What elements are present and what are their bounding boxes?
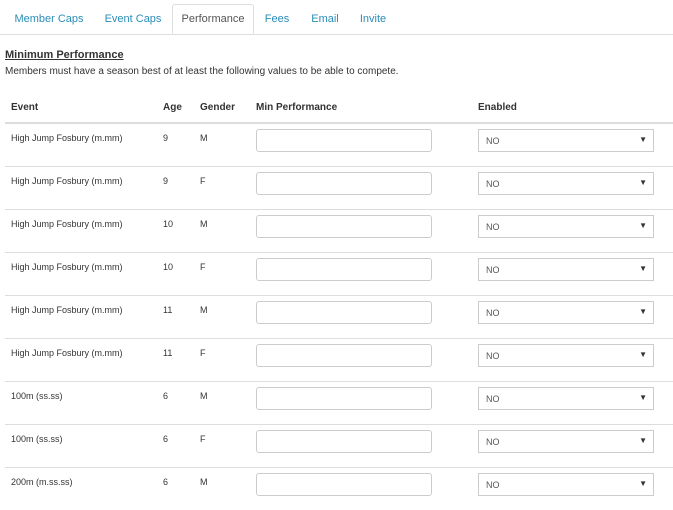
section-description: Members must have a season best of at le… <box>5 66 399 77</box>
table-row: High Jump Fosbury (m.mm) 10 F NO ▼ <box>5 252 673 295</box>
caret-down-icon: ▼ <box>639 178 647 187</box>
age-value: 11 <box>163 305 173 315</box>
enabled-select[interactable]: NO ▼ <box>478 387 654 410</box>
table-row: 200m (m.ss.ss) 6 M NO ▼ <box>5 467 673 510</box>
enabled-select-value: NO <box>486 179 500 189</box>
gender-value: F <box>200 348 206 358</box>
enabled-select-value: NO <box>486 308 500 318</box>
min-performance-input[interactable] <box>256 344 432 367</box>
table-row: 100m (ss.ss) 6 F NO ▼ <box>5 424 673 467</box>
event-name: High Jump Fosbury (m.mm) <box>11 219 123 229</box>
tab-member-caps[interactable]: Member Caps <box>6 5 92 33</box>
tab-event-caps[interactable]: Event Caps <box>96 5 170 33</box>
column-header-age: Age <box>163 102 182 113</box>
caret-down-icon: ▼ <box>639 307 647 316</box>
caret-down-icon: ▼ <box>639 135 647 144</box>
caret-down-icon: ▼ <box>639 350 647 359</box>
min-performance-input[interactable] <box>256 129 432 152</box>
event-name: 100m (ss.ss) <box>11 391 63 401</box>
table-row: High Jump Fosbury (m.mm) 11 M NO ▼ <box>5 295 673 338</box>
gender-value: M <box>200 219 208 229</box>
enabled-select[interactable]: NO ▼ <box>478 129 654 152</box>
table-row: 100m (ss.ss) 6 M NO ▼ <box>5 381 673 424</box>
age-value: 10 <box>163 262 174 272</box>
column-header-event: Event <box>11 102 39 113</box>
event-name: High Jump Fosbury (m.mm) <box>11 305 123 315</box>
gender-value: F <box>200 176 206 186</box>
min-performance-input[interactable] <box>256 473 432 496</box>
event-name: High Jump Fosbury (m.mm) <box>11 133 123 143</box>
min-performance-input[interactable] <box>256 258 432 281</box>
table-row: High Jump Fosbury (m.mm) 9 M NO ▼ <box>5 123 673 166</box>
caret-down-icon: ▼ <box>639 221 647 230</box>
enabled-select[interactable]: NO ▼ <box>478 172 654 195</box>
gender-value: M <box>200 305 208 315</box>
enabled-select[interactable]: NO ▼ <box>478 215 654 238</box>
enabled-select-value: NO <box>486 222 500 232</box>
enabled-select[interactable]: NO ▼ <box>478 344 654 367</box>
caret-down-icon: ▼ <box>639 436 647 445</box>
min-performance-input[interactable] <box>256 301 432 324</box>
gender-value: M <box>200 477 208 487</box>
enabled-select[interactable]: NO ▼ <box>478 258 654 281</box>
tab-performance[interactable]: Performance <box>172 4 254 34</box>
tab-fees[interactable]: Fees <box>258 5 296 33</box>
enabled-select[interactable]: NO ▼ <box>478 430 654 453</box>
age-value: 9 <box>163 133 169 143</box>
gender-value: M <box>200 391 208 401</box>
tab-bar: Member Caps Event Caps Performance Fees … <box>0 0 673 35</box>
age-value: 11 <box>163 348 173 358</box>
event-name: High Jump Fosbury (m.mm) <box>11 176 123 186</box>
enabled-select[interactable]: NO ▼ <box>478 473 654 496</box>
column-header-gender: Gender <box>200 102 236 113</box>
min-performance-input[interactable] <box>256 387 432 410</box>
enabled-select-value: NO <box>486 480 500 490</box>
enabled-select-value: NO <box>486 437 500 447</box>
enabled-select-value: NO <box>486 136 500 146</box>
event-name: 100m (ss.ss) <box>11 434 63 444</box>
gender-value: M <box>200 133 208 143</box>
enabled-select-value: NO <box>486 351 500 361</box>
caret-down-icon: ▼ <box>639 393 647 402</box>
gender-value: F <box>200 434 206 444</box>
enabled-select-value: NO <box>486 265 500 275</box>
enabled-select-value: NO <box>486 394 500 404</box>
min-performance-input[interactable] <box>256 430 432 453</box>
min-performance-input[interactable] <box>256 215 432 238</box>
tab-email[interactable]: Email <box>306 5 344 33</box>
table-row: High Jump Fosbury (m.mm) 10 M NO ▼ <box>5 209 673 252</box>
age-value: 6 <box>163 434 169 444</box>
age-value: 10 <box>163 219 174 229</box>
event-name: High Jump Fosbury (m.mm) <box>11 262 123 272</box>
gender-value: F <box>200 262 206 272</box>
section-title: Minimum Performance <box>5 49 124 61</box>
age-value: 6 <box>163 391 169 401</box>
enabled-select[interactable]: NO ▼ <box>478 301 654 324</box>
event-name: 200m (m.ss.ss) <box>11 477 73 487</box>
caret-down-icon: ▼ <box>639 264 647 273</box>
column-header-min-performance: Min Performance <box>256 102 338 113</box>
age-value: 9 <box>163 176 169 186</box>
table-row: High Jump Fosbury (m.mm) 9 F NO ▼ <box>5 166 673 209</box>
age-value: 6 <box>163 477 169 487</box>
table-row: High Jump Fosbury (m.mm) 11 F NO ▼ <box>5 338 673 381</box>
min-performance-input[interactable] <box>256 172 432 195</box>
column-header-enabled: Enabled <box>478 102 517 113</box>
tab-invite[interactable]: Invite <box>354 5 392 33</box>
event-name: High Jump Fosbury (m.mm) <box>11 348 123 358</box>
caret-down-icon: ▼ <box>639 479 647 488</box>
